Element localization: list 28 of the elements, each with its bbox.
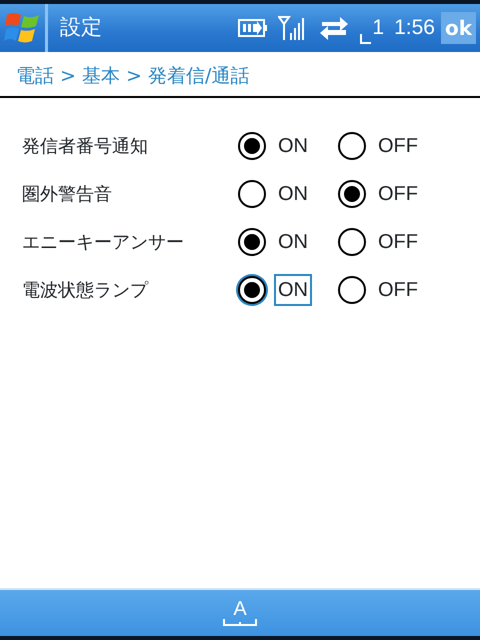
option-label[interactable]: ON [274,178,312,210]
option-label[interactable]: OFF [374,274,422,306]
data-transfer-icon [318,15,350,41]
option-label[interactable]: OFF [374,130,422,162]
radio-button[interactable] [338,180,366,208]
option-label[interactable]: ON [274,226,312,258]
radio-button[interactable] [238,228,266,256]
setting-label: 電波状態ランプ [21,278,150,302]
radio-button[interactable] [338,228,366,256]
space-bracket-icon [223,619,257,627]
option-label[interactable]: OFF [374,178,422,210]
battery-charging-icon [238,17,268,39]
setting-label: 発信者番号通知 [21,134,149,158]
option-label[interactable]: ON [274,130,312,162]
setting-label: エニーキーアンサー [21,230,185,254]
option-label[interactable]: OFF [374,226,422,258]
setting-label: 圏外警告音 [21,182,113,206]
line-number: 1 [372,15,384,42]
radio-button[interactable] [338,132,366,160]
line-icon [360,34,372,44]
radio-button[interactable] [238,276,266,304]
radio-button[interactable] [238,180,266,208]
breadcrumb: 電話 > 基本 > 発着信/通話 [16,65,250,87]
clock-time: 1:56 [394,15,435,42]
window-title: 設定 [60,14,102,42]
radio-button[interactable] [238,132,266,160]
option-label[interactable]: ON [274,274,312,306]
radio-button[interactable] [338,276,366,304]
